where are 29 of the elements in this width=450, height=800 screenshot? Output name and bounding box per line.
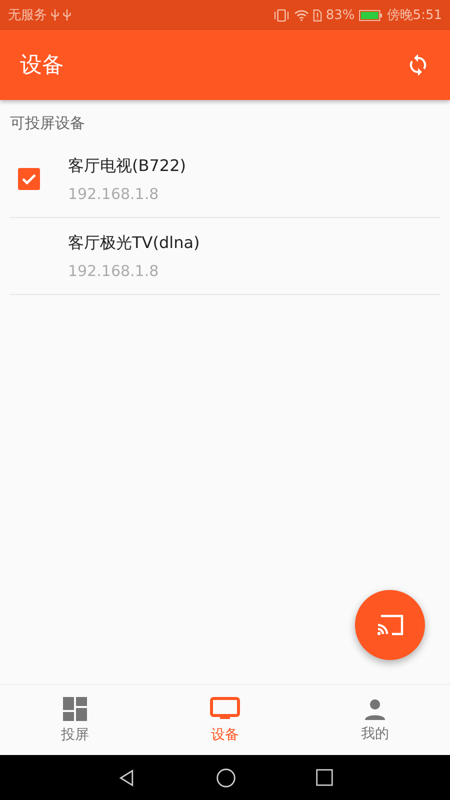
person-icon [364, 698, 386, 720]
dashboard-icon [63, 696, 87, 720]
cast-icon [375, 613, 405, 637]
usb-icon [63, 9, 71, 21]
nav-tab[interactable]: 投屏 [0, 685, 150, 755]
device-address: 192.168.1.8 [68, 262, 160, 280]
device-name: 客厅电视(B722) [68, 156, 186, 176]
sim-alert-icon [312, 8, 322, 22]
clock-text: 傍晚5:51 [386, 7, 442, 24]
nav-tab[interactable]: 设备 [150, 685, 300, 755]
home-icon[interactable] [216, 768, 236, 788]
device-item[interactable]: 客厅电视(B722) 192.168.1.8 [10, 141, 440, 218]
battery-icon [358, 10, 383, 20]
checkbox[interactable] [18, 168, 40, 190]
device-name: 客厅极光TV(dlna) [68, 232, 200, 254]
device-item[interactable]: 客厅极光TV(dlna) 192.168.1.8 [10, 218, 440, 295]
wifi-icon [294, 9, 309, 21]
section-title: 可投屏设备 [9, 113, 86, 134]
nav-tab[interactable]: 我的 [300, 685, 450, 755]
tv-icon [210, 696, 240, 720]
recents-icon[interactable] [316, 769, 332, 786]
device-address: 192.168.1.8 [68, 184, 160, 202]
usb-icon [51, 9, 59, 21]
back-icon[interactable] [118, 768, 136, 786]
vibrate-icon [272, 8, 290, 22]
cast-button[interactable] [355, 590, 425, 660]
screen-title: 设备 [20, 52, 64, 80]
battery-percent: 83% [326, 8, 355, 22]
carrier-text: 无服务 [8, 7, 47, 24]
